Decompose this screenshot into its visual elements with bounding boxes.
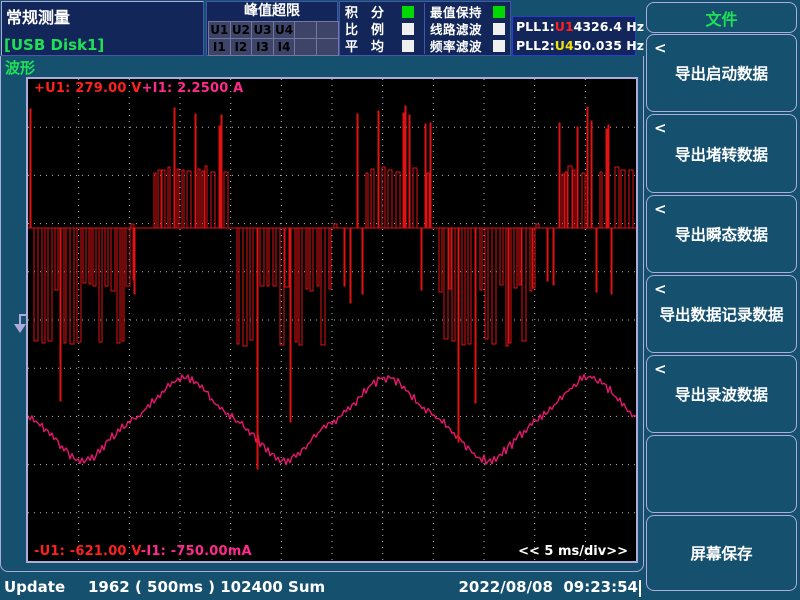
pol-cell-i3: I3 — [252, 39, 273, 55]
pol-cell-empty — [317, 39, 338, 55]
trigger-marker-icon — [12, 313, 28, 335]
back-arrow-icon: < — [654, 280, 667, 298]
status-toggles-panel: 积分 比例 平均 最值保持 线路滤波 频率滤波 — [339, 1, 511, 56]
status-bar: Update 1962 ( 500ms ) 102400 Sum 2022/08… — [0, 572, 644, 600]
back-arrow-icon: < — [654, 39, 667, 57]
pol-cell-i4: I4 — [274, 39, 295, 55]
menu-item-label: 导出启动数据 — [675, 62, 768, 84]
pol-cell-u1: U1 — [209, 22, 230, 38]
peak-over-limit-grid: U1 U2 U3 U4 I1 I2 I3 I4 — [208, 21, 339, 56]
menu-item-label: 导出瞬态数据 — [675, 223, 768, 245]
pol-cell-u3: U3 — [252, 22, 273, 38]
update-label: Update — [4, 578, 65, 596]
mode-title: 常规测量 — [6, 4, 70, 28]
toggle-label: 平均 — [345, 36, 402, 55]
pll2-value: 50.035 Hz — [574, 38, 644, 53]
indicator-off-icon — [402, 40, 414, 52]
negative-peak-readout: -U1: -621.00 V-I1: -750.00mA — [34, 544, 252, 559]
pll-panel: PLL1: U1 4326.4 Hz PLL2: U4 50.035 Hz — [512, 16, 636, 56]
positive-peak-readout: +U1: 279.00 V+I1: 2.2500 A — [34, 81, 243, 96]
back-arrow-icon: < — [654, 360, 667, 378]
toggles-left-column: 积分 比例 平均 — [340, 3, 424, 54]
pll2-label: PLL2: — [516, 38, 555, 53]
cursor-tick — [639, 580, 641, 597]
menu-title-label: 文件 — [705, 6, 737, 30]
pll2-row: PLL2: U4 50.035 Hz — [513, 36, 635, 55]
toggle-integration: 积分 — [340, 3, 424, 20]
indicator-on-icon — [402, 6, 414, 18]
menu-item-export-startup-data[interactable]: < 导出启动数据 — [646, 34, 797, 112]
u1-positive-peak: +U1: 279.00 V — [34, 81, 142, 96]
indicator-off-icon — [402, 23, 414, 35]
timebase-label: << 5 ms/div>> — [518, 544, 628, 559]
back-arrow-icon: < — [654, 200, 667, 218]
waveform-view: 波形 +U1: 279.00 V+I1: 2.2500 A -U1: -621.… — [0, 56, 644, 572]
toggle-max-hold: 最值保持 — [425, 3, 510, 20]
update-count: 1962 ( 500ms ) 102400 Sum — [88, 578, 325, 596]
indicator-off-icon — [493, 40, 505, 52]
pll1-label: PLL1: — [516, 19, 555, 34]
i1-positive-peak: +I1: 2.2500 A — [142, 81, 244, 96]
toggle-line-filter: 线路滤波 — [425, 20, 510, 37]
menu-item-export-wave-record-data[interactable]: < 导出录波数据 — [646, 355, 797, 433]
pol-cell-i1: I1 — [209, 39, 230, 55]
pll2-source: U4 — [555, 38, 574, 53]
toggle-label: 频率滤波 — [430, 36, 490, 55]
menu-item-label: 导出录波数据 — [675, 383, 768, 405]
u1-negative-peak: -U1: -621.00 V — [34, 544, 141, 559]
indicator-off-icon — [493, 23, 505, 35]
pol-cell-empty — [295, 39, 316, 55]
pol-cell-empty — [295, 22, 316, 38]
toggle-freq-filter: 频率滤波 — [425, 37, 510, 54]
toggle-averaging: 平均 — [340, 37, 424, 54]
pll1-value: 4326.4 Hz — [574, 19, 644, 34]
measurement-mode-panel: 常规测量 [USB Disk1] — [1, 1, 204, 56]
waveform-canvas — [28, 79, 636, 561]
pll1-row: PLL1: U1 4326.4 Hz — [513, 17, 635, 36]
toggle-scaling: 比例 — [340, 20, 424, 37]
back-arrow-icon: < — [654, 119, 667, 137]
menu-item-export-locked-rotor-data[interactable]: < 导出堵转数据 — [646, 114, 797, 193]
pol-cell-u2: U2 — [231, 22, 252, 38]
menu-item-export-transient-data[interactable]: < 导出瞬态数据 — [646, 195, 797, 273]
menu-item-label: 导出数据记录数据 — [659, 303, 783, 325]
menu-item-label: 导出堵转数据 — [675, 143, 768, 165]
menu-item-empty — [646, 435, 797, 513]
menu-title: 文件 — [646, 2, 797, 33]
menu-item-export-datalog-data[interactable]: < 导出数据记录数据 — [646, 275, 797, 353]
waveform-plot: +U1: 279.00 V+I1: 2.2500 A -U1: -621.00 … — [26, 77, 638, 563]
peak-over-limit-title: 峰值超限 — [207, 2, 337, 21]
menu-item-label: 屏幕保存 — [690, 542, 752, 564]
peak-over-limit-panel: 峰值超限 U1 U2 U3 U4 I1 I2 I3 I4 — [206, 1, 338, 56]
toggles-right-column: 最值保持 线路滤波 频率滤波 — [424, 3, 510, 54]
view-title: 波形 — [5, 57, 35, 78]
indicator-on-icon — [493, 6, 505, 18]
pol-cell-empty — [317, 22, 338, 38]
power-analyzer-screen: 常规测量 [USB Disk1] 峰值超限 U1 U2 U3 U4 I1 I2 … — [0, 0, 800, 600]
datetime: 2022/08/08 09:23:54 — [458, 578, 638, 596]
menu-item-screen-save[interactable]: 屏幕保存 — [646, 515, 797, 591]
pol-cell-i2: I2 — [231, 39, 252, 55]
pll1-source: U1 — [555, 19, 574, 34]
pol-cell-u4: U4 — [274, 22, 295, 38]
i1-negative-peak: -I1: -750.00mA — [141, 544, 252, 559]
usb-status: [USB Disk1] — [4, 36, 104, 54]
